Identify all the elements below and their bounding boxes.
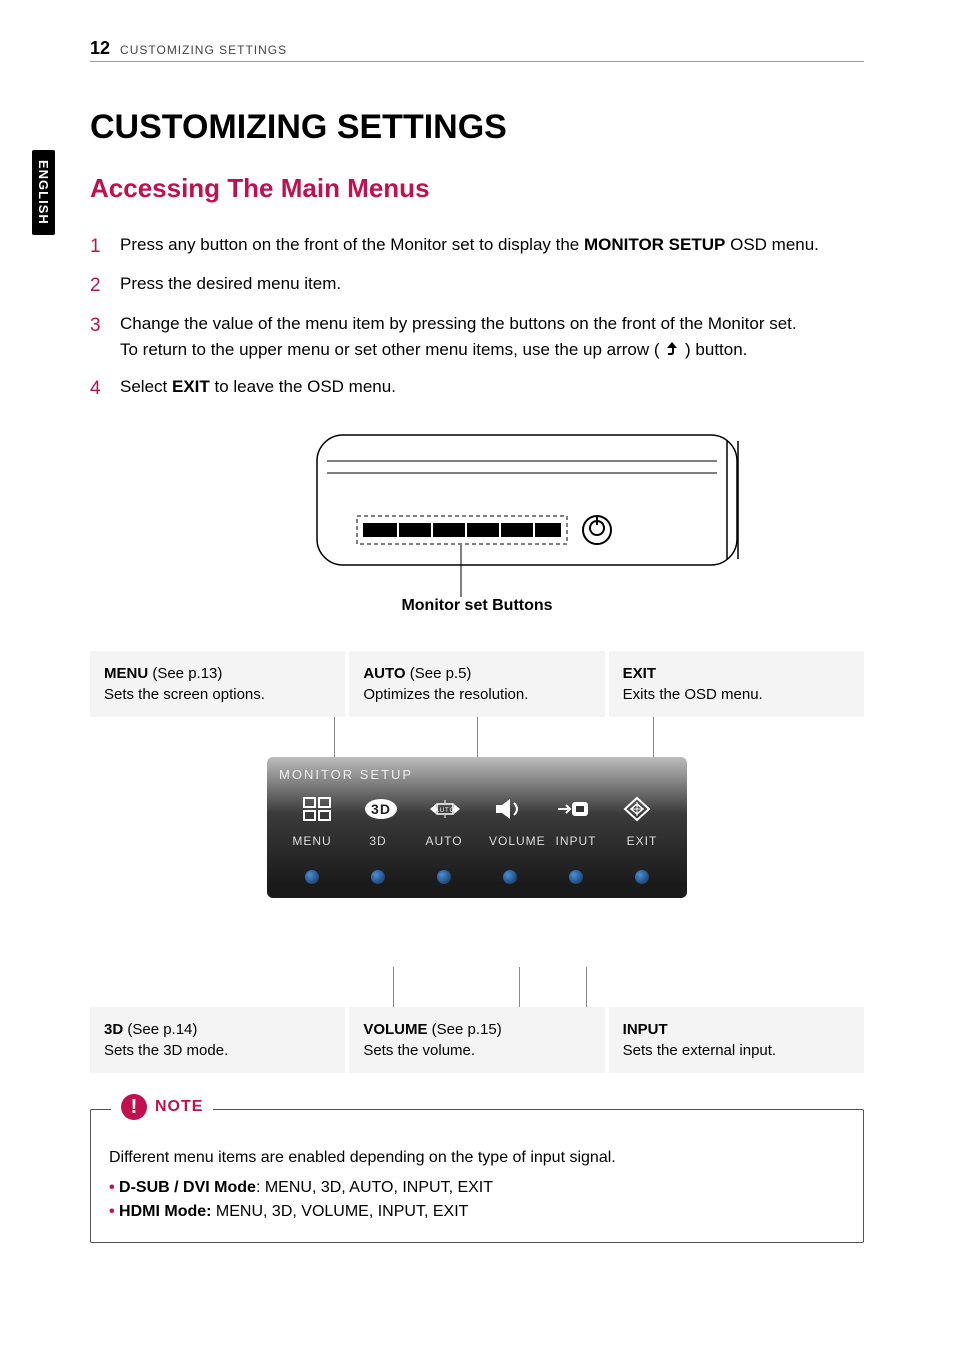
note-bullet: HDMI Mode: MENU, 3D, VOLUME, INPUT, EXIT [109,1200,845,1224]
steps-list: 1 Press any button on the front of the M… [90,232,864,403]
note-label: NOTE [155,1095,203,1119]
osd-panel: MONITOR SETUP 3D AUTO MENU 3D AUTO VOLUM… [267,757,687,898]
content-area: CUSTOMIZING SETTINGS Accessing The Main … [90,108,864,1243]
info-volume: VOLUME (See p.15) Sets the volume. [349,1007,604,1073]
osd-dot-icon [305,870,319,884]
info-menu: MENU (See p.13) Sets the screen options. [90,651,345,717]
figure-caption: Monitor set Buttons [393,597,560,615]
osd-dot-icon [437,870,451,884]
section-title: Accessing The Main Menus [90,173,864,204]
connector-line [519,967,520,1007]
osd-label: INPUT [555,834,597,848]
step-number: 2 [90,271,106,300]
monitor-figure: Monitor set Buttons [197,431,757,611]
connector-line [393,967,394,1007]
input-icon [552,792,594,826]
step-text: Press any button on the front of the Mon… [120,232,864,261]
osd-label: MENU [291,834,333,848]
osd-label: VOLUME [489,834,531,848]
running-header: 12 CUSTOMIZING SETTINGS [90,38,864,62]
info-3d: 3D (See p.14) Sets the 3D mode. [90,1007,345,1073]
step-number: 3 [90,311,106,364]
note-bullets: D-SUB / DVI Mode: MENU, 3D, AUTO, INPUT,… [109,1176,845,1224]
svg-text:3D: 3D [371,801,391,817]
step-4: 4 Select EXIT to leave the OSD menu. [90,374,864,403]
step-text: Select EXIT to leave the OSD menu. [120,374,864,403]
page-title: CUSTOMIZING SETTINGS [90,108,864,147]
info-row-top: MENU (See p.13) Sets the screen options.… [90,651,864,717]
step-1: 1 Press any button on the front of the M… [90,232,864,261]
step-number: 4 [90,374,106,403]
svg-text:AUTO: AUTO [435,808,456,814]
connector-line [586,967,587,1007]
step-text: Press the desired menu item. [120,271,864,300]
osd-label-row: MENU 3D AUTO VOLUME INPUT EXIT [279,834,675,848]
osd-dot-row [279,870,675,884]
page-number: 12 [90,38,110,59]
info-auto: AUTO (See p.5) Optimizes the resolution. [349,651,604,717]
info-input: INPUT Sets the external input. [609,1007,864,1073]
step-2: 2 Press the desired menu item. [90,271,864,300]
note-bullet: D-SUB / DVI Mode: MENU, 3D, AUTO, INPUT,… [109,1176,845,1200]
osd-dot-icon [635,870,649,884]
info-exit: EXIT Exits the OSD menu. [609,651,864,717]
osd-icon-row: 3D AUTO [279,792,675,826]
step-text: Change the value of the menu item by pre… [120,311,864,364]
note-intro: Different menu items are enabled dependi… [109,1146,845,1170]
monitor-outline-icon [197,431,757,611]
osd-title: MONITOR SETUP [279,767,675,782]
auto-icon: AUTO [424,792,466,826]
osd-label: EXIT [621,834,663,848]
note-exclamation-icon: ! [121,1094,147,1120]
note-box: ! NOTE Different menu items are enabled … [90,1109,864,1243]
step-number: 1 [90,232,106,261]
menu-icon [296,792,338,826]
step-3: 3 Change the value of the menu item by p… [90,311,864,364]
note-header: ! NOTE [111,1094,213,1120]
running-head-title: CUSTOMIZING SETTINGS [120,43,287,57]
osd-label: 3D [357,834,399,848]
info-row-bottom: 3D (See p.14) Sets the 3D mode. VOLUME (… [90,1007,864,1073]
osd-dot-icon [371,870,385,884]
three-d-icon: 3D [360,792,402,826]
osd-dot-icon [503,870,517,884]
up-arrow-icon [664,341,680,357]
osd-wrap: MONITOR SETUP 3D AUTO MENU 3D AUTO VOLUM… [267,757,687,967]
osd-dot-icon [569,870,583,884]
language-tab: ENGLISH [32,150,55,235]
volume-icon [488,792,530,826]
exit-icon [616,792,658,826]
osd-label: AUTO [423,834,465,848]
